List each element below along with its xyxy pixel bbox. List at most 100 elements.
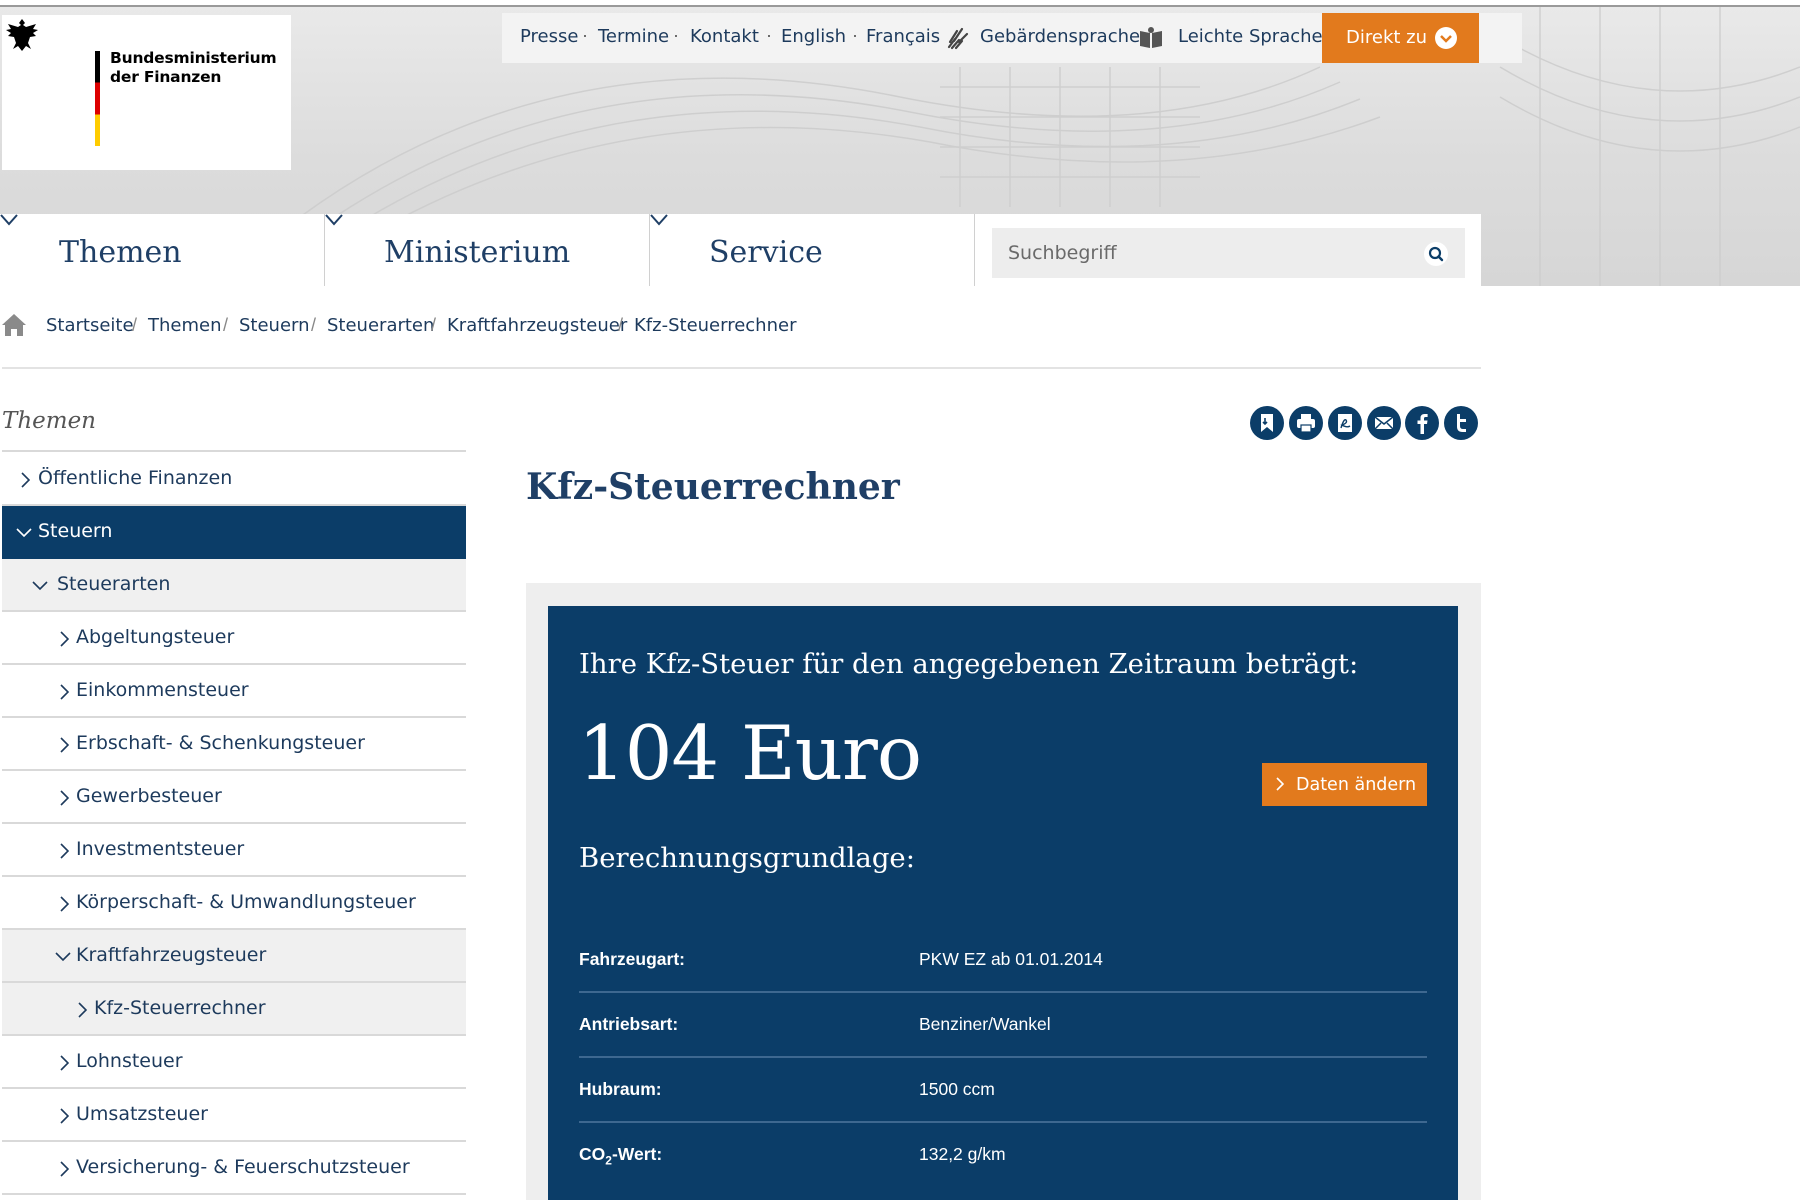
mail-button[interactable] (1367, 406, 1401, 440)
chevron-right-icon (60, 1108, 69, 1124)
pdf-button[interactable] (1328, 406, 1362, 440)
breadcrumb-themen[interactable]: Themen (148, 315, 222, 336)
facebook-button[interactable] (1405, 406, 1439, 440)
breadcrumb-steuerarten[interactable]: Steuerarten (327, 315, 434, 336)
sidebar-item-steuern[interactable]: Steuern (2, 506, 466, 559)
breadcrumb-steuern[interactable]: Steuern (239, 315, 310, 336)
result-panel: Ihre Kfz-Steuer für den angegebenen Zeit… (548, 606, 1458, 1200)
chevron-right-icon (60, 631, 69, 647)
chevron-right-icon (60, 896, 69, 912)
co2-label-main: CO (579, 1144, 606, 1164)
facebook-icon (1417, 414, 1428, 434)
breadcrumb-startseite[interactable]: Startseite (46, 315, 134, 336)
sidebar-item-lohnsteuer[interactable]: Lohnsteuer (2, 1036, 466, 1089)
meta-separator: · (582, 25, 588, 45)
co2-label-subscript: 2 (605, 1153, 612, 1168)
direkt-zu-button[interactable]: Direkt zu (1322, 13, 1479, 63)
sidebar-item-label: Steuerarten (57, 573, 171, 595)
logo-line-2: der Finanzen (110, 68, 222, 86)
basis-heading: Berechnungsgrundlage: (579, 842, 915, 874)
sidebar-item-oeffentliche-finanzen[interactable]: Öffentliche Finanzen (2, 453, 466, 506)
sidebar-item-label: Versicherung- & Feuerschutzsteuer (76, 1156, 410, 1178)
sidebar-item-erbschaftsteuer[interactable]: Erbschaft- & Schenkungsteuer (2, 718, 466, 771)
sidebar-item-label: Investmentsteuer (76, 838, 245, 860)
meta-separator: · (766, 25, 772, 45)
sidebar-item-umsatzsteuer[interactable]: Umsatzsteuer (2, 1089, 466, 1142)
sidebar-item-label: Steuern (38, 520, 113, 542)
meta-link-english[interactable]: English (781, 26, 846, 47)
print-button[interactable] (1289, 406, 1323, 440)
basis-label: Hubraum: (579, 1079, 662, 1099)
basis-label: Fahrzeugart: (579, 949, 685, 969)
nav-tab-service[interactable]: Service (650, 214, 975, 286)
pdf-icon (1338, 414, 1352, 432)
meta-link-leichte-sprache[interactable]: Leichte Sprache (1178, 26, 1323, 47)
sidebar-item-kfz-steuerrechner[interactable]: Kfz-Steuerrechner (2, 983, 466, 1036)
twitter-button[interactable] (1444, 406, 1478, 440)
change-data-button[interactable]: Daten ändern (1262, 763, 1427, 806)
breadcrumb: Startseite / Themen / Steuern / Steuerar… (0, 312, 1481, 342)
sidebar-divider (2, 450, 466, 452)
nav-tab-label: Ministerium (384, 235, 571, 270)
breadcrumb-kraftfahrzeugsteuer[interactable]: Kraftfahrzeugsteuer (447, 315, 627, 336)
chevron-down-icon (55, 952, 71, 962)
sidebar-item-koerperschaftsteuer[interactable]: Körperschaft- & Umwandlungsteuer (2, 877, 466, 930)
basis-row-hubraum: Hubraum: 1500 ccm (579, 1058, 1427, 1123)
sidebar-item-versicherungsteuer[interactable]: Versicherung- & Feuerschutzsteuer (2, 1142, 466, 1195)
basis-value: 132,2 g/km (919, 1144, 1006, 1164)
sidebar-item-label: Erbschaft- & Schenkungsteuer (76, 732, 365, 754)
twitter-icon (1457, 414, 1466, 432)
sidebar-item-gewerbesteuer[interactable]: Gewerbesteuer (2, 771, 466, 824)
bookmark-icon (1261, 414, 1273, 432)
federal-eagle-icon (6, 19, 38, 51)
ministry-logo[interactable]: Bundesministerium der Finanzen (2, 15, 291, 170)
basis-value: 1500 ccm (919, 1079, 995, 1099)
result-intro-text: Ihre Kfz-Steuer für den angegebenen Zeit… (579, 648, 1359, 680)
chevron-down-icon (0, 214, 18, 226)
basis-value: PKW EZ ab 01.01.2014 (919, 949, 1103, 969)
meta-link-francais[interactable]: Français (866, 26, 940, 47)
page-title: Kfz-Steuerrechner (526, 466, 900, 508)
chevron-right-icon (60, 843, 69, 859)
nav-tab-label: Themen (59, 235, 182, 270)
sidebar-item-label: Gewerbesteuer (76, 785, 222, 807)
nav-tab-ministerium[interactable]: Ministerium (325, 214, 650, 286)
tax-amount: 104 Euro (578, 709, 922, 797)
sidebar-item-steuerarten[interactable]: Steuerarten (2, 559, 466, 612)
easy-language-book-icon (1140, 27, 1162, 48)
sidebar-item-abgeltungsteuer[interactable]: Abgeltungsteuer (2, 612, 466, 665)
basis-row-fahrzeugart: Fahrzeugart: PKW EZ ab 01.01.2014 (579, 928, 1427, 993)
nav-tab-label: Service (709, 235, 823, 270)
breadcrumb-separator: / (311, 315, 317, 335)
sidebar-item-investmentsteuer[interactable]: Investmentsteuer (2, 824, 466, 877)
german-flag-stripe (95, 51, 100, 146)
search-input[interactable] (992, 228, 1465, 278)
meta-link-kontakt[interactable]: Kontakt (690, 26, 759, 47)
chevron-down-circle-icon (1435, 27, 1457, 49)
nav-tab-themen[interactable]: Themen (0, 214, 325, 286)
breadcrumb-separator: / (618, 315, 624, 335)
search-icon (1428, 246, 1444, 262)
logo-line-1: Bundesministerium (110, 49, 277, 67)
chevron-down-icon (32, 581, 48, 591)
meta-link-termine[interactable]: Termine (598, 26, 669, 47)
sidebar-item-label: Lohnsteuer (76, 1050, 183, 1072)
sidebar-item-einkommensteuer[interactable]: Einkommensteuer (2, 665, 466, 718)
bookmark-button[interactable] (1250, 406, 1284, 440)
home-icon[interactable] (1, 312, 27, 338)
chevron-right-icon (60, 1161, 69, 1177)
breadcrumb-divider (2, 367, 1481, 369)
search-button[interactable] (1424, 242, 1448, 266)
meta-link-presse[interactable]: Presse (520, 26, 578, 47)
breadcrumb-separator: / (431, 315, 437, 335)
sidebar-item-label: Einkommensteuer (76, 679, 249, 701)
breadcrumb-current: Kfz-Steuerrechner (634, 315, 797, 336)
chevron-right-icon (1276, 777, 1284, 791)
sign-language-icon (947, 27, 969, 50)
chevron-right-icon (21, 472, 30, 488)
sidebar-item-kraftfahrzeugsteuer[interactable]: Kraftfahrzeugsteuer (2, 930, 466, 983)
chevron-down-icon (325, 214, 343, 226)
chevron-right-icon (60, 684, 69, 700)
meta-link-gebaerdensprache[interactable]: Gebärdensprache (980, 26, 1140, 47)
logo-text: Bundesministerium der Finanzen (110, 49, 277, 87)
